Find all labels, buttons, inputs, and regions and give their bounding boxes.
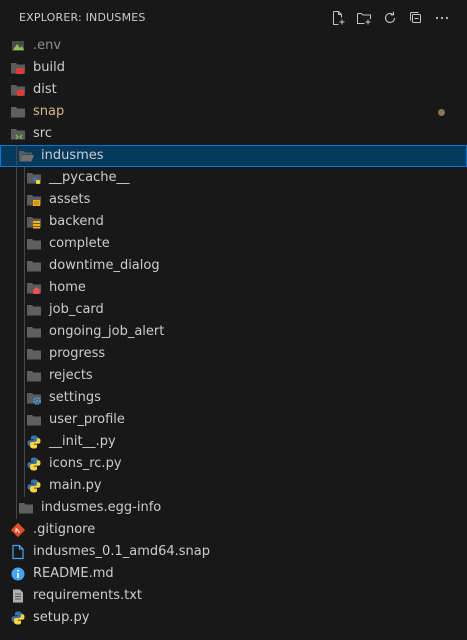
tree-item-main-py[interactable]: main.py — [0, 475, 467, 497]
explorer-actions — [325, 9, 455, 27]
tree-item-label: indusmes — [41, 148, 104, 163]
tree-item-build[interactable]: build — [0, 57, 467, 79]
new-file-icon — [333, 11, 345, 25]
tree-item-label: progress — [49, 346, 106, 361]
tree-item-label: settings — [49, 390, 101, 405]
tree-item-label: build — [33, 60, 65, 75]
tree-item-label: indusmes.egg-info — [41, 500, 162, 515]
tree-item-label: main.py — [49, 478, 102, 493]
folder-open-icon — [18, 148, 34, 164]
tree-item-label: README.md — [33, 566, 114, 581]
new-folder-button[interactable] — [351, 9, 377, 27]
collapse-all-icon — [410, 12, 421, 23]
tree-item-indusmes-0-1-amd64-snap[interactable]: indusmes_0.1_amd64.snap — [0, 541, 467, 563]
tree-item-dist[interactable]: dist — [0, 79, 467, 101]
tree-item-label: src — [33, 126, 52, 141]
git-icon — [10, 522, 26, 538]
tree-item-pycache[interactable]: __pycache__ — [0, 167, 467, 189]
more-actions-button[interactable] — [429, 9, 455, 27]
build-folder-icon — [10, 60, 26, 76]
tree-item-rejects[interactable]: rejects — [0, 365, 467, 387]
tree-item-label: .env — [33, 38, 62, 53]
explorer-header: EXPLORER: INDUSMES — [0, 0, 467, 35]
home-folder-icon — [26, 280, 42, 296]
folder-icon — [26, 302, 42, 318]
settings-folder-icon — [26, 390, 42, 406]
indent-guide-indusmes — [24, 167, 25, 497]
collapse-all-button[interactable] — [403, 9, 429, 27]
ellipsis-icon — [435, 16, 449, 20]
new-file-button[interactable] — [325, 9, 351, 27]
tree-item-job-card[interactable]: job_card — [0, 299, 467, 321]
folder-icon — [26, 412, 42, 428]
info-icon — [10, 566, 26, 582]
tree-item-label: requirements.txt — [33, 588, 143, 603]
tree-item-label: setup.py — [33, 610, 90, 625]
text-file-icon — [10, 588, 26, 604]
python-icon — [10, 610, 26, 626]
explorer-title: EXPLORER: INDUSMES — [19, 11, 146, 24]
backend-folder-icon — [26, 214, 42, 230]
refresh-icon — [384, 11, 396, 24]
tree-item-src[interactable]: src — [0, 123, 467, 145]
env-icon — [10, 38, 26, 54]
tree-item-label: .gitignore — [33, 522, 96, 537]
tree-item-label: backend — [49, 214, 104, 229]
tree-item-indusmes[interactable]: indusmes — [0, 145, 467, 167]
tree-item-settings[interactable]: settings — [0, 387, 467, 409]
python-icon — [26, 434, 42, 450]
tree-item-readme-md[interactable]: README.md — [0, 563, 467, 585]
file-icon — [10, 544, 26, 560]
tree-item-label: snap — [33, 104, 65, 119]
tree-item-indusmes-egg-info[interactable]: indusmes.egg-info — [0, 497, 467, 519]
tree-item-init-py[interactable]: __init__.py — [0, 431, 467, 453]
folder-icon — [10, 104, 26, 120]
python-icon — [26, 478, 42, 494]
tree-item-label: home — [49, 280, 86, 295]
tree-item-label: job_card — [49, 302, 104, 317]
tree-item-label: ongoing_job_alert — [49, 324, 165, 339]
tree-item-label: icons_rc.py — [49, 456, 122, 471]
tree-item-label: __init__.py — [49, 434, 116, 449]
dist-folder-icon — [10, 82, 26, 98]
tree-item-progress[interactable]: progress — [0, 343, 467, 365]
tree-item-env[interactable]: .env — [0, 35, 467, 57]
new-folder-icon — [357, 13, 371, 25]
folder-icon — [18, 500, 34, 516]
tree-item-ongoing-job-alert[interactable]: ongoing_job_alert — [0, 321, 467, 343]
tree-item-label: complete — [49, 236, 110, 251]
tree-item-label: assets — [49, 192, 91, 207]
python-icon — [26, 456, 42, 472]
pycache-folder-icon — [26, 170, 42, 186]
src-folder-icon — [10, 126, 26, 142]
tree-item-label: downtime_dialog — [49, 258, 160, 273]
tree-item-assets[interactable]: assets — [0, 189, 467, 211]
indent-guide-src — [16, 145, 17, 519]
assets-folder-icon — [26, 192, 42, 208]
tree-item-gitignore[interactable]: .gitignore — [0, 519, 467, 541]
folder-icon — [26, 236, 42, 252]
tree-item-label: dist — [33, 82, 57, 97]
refresh-button[interactable] — [377, 9, 403, 27]
tree-item-label: rejects — [49, 368, 93, 383]
tree-item-home[interactable]: home — [0, 277, 467, 299]
tree-item-setup-py[interactable]: setup.py — [0, 607, 467, 629]
tree-item-requirements-txt[interactable]: requirements.txt — [0, 585, 467, 607]
tree-item-snap[interactable]: snap — [0, 101, 467, 123]
tree-item-complete[interactable]: complete — [0, 233, 467, 255]
tree-item-label: user_profile — [49, 412, 125, 427]
modified-indicator — [438, 109, 445, 116]
tree-item-icons-rc-py[interactable]: icons_rc.py — [0, 453, 467, 475]
folder-icon — [26, 258, 42, 274]
tree-item-downtime-dialog[interactable]: downtime_dialog — [0, 255, 467, 277]
tree-item-label: indusmes_0.1_amd64.snap — [33, 544, 211, 559]
folder-icon — [26, 346, 42, 362]
tree-item-user-profile[interactable]: user_profile — [0, 409, 467, 431]
tree-item-label: __pycache__ — [49, 170, 130, 185]
folder-icon — [26, 368, 42, 384]
tree-item-backend[interactable]: backend — [0, 211, 467, 233]
folder-icon — [26, 324, 42, 340]
